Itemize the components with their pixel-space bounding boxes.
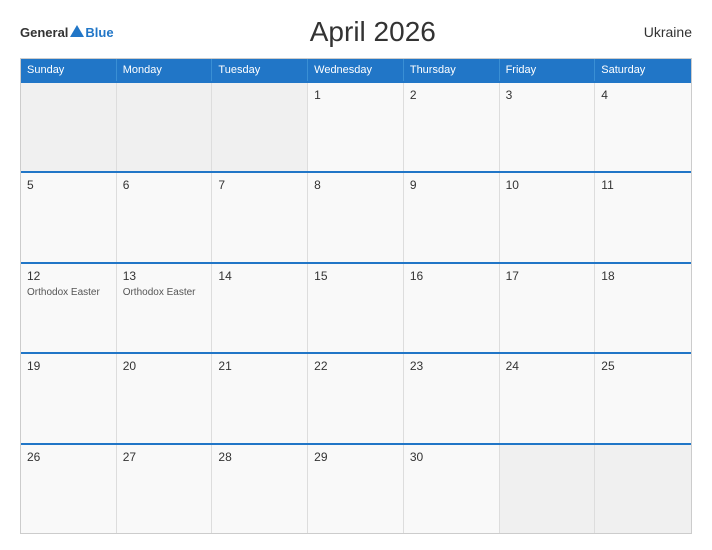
day-number: 22 (314, 359, 397, 373)
table-row: 1 (308, 83, 404, 171)
table-row: 23 (404, 354, 500, 442)
day-number: 8 (314, 178, 397, 192)
table-row: 17 (500, 264, 596, 352)
day-number: 24 (506, 359, 589, 373)
day-number: 27 (123, 450, 206, 464)
table-row: 29 (308, 445, 404, 533)
country-label: Ukraine (632, 24, 692, 40)
table-row: 5 (21, 173, 117, 261)
table-row: 2 (404, 83, 500, 171)
table-row (117, 83, 213, 171)
table-row: 13 Orthodox Easter (117, 264, 213, 352)
day-number: 15 (314, 269, 397, 283)
table-row: 9 (404, 173, 500, 261)
calendar-title: April 2026 (114, 16, 632, 48)
table-row: 15 (308, 264, 404, 352)
day-number: 10 (506, 178, 589, 192)
table-row: 27 (117, 445, 213, 533)
table-row: 4 (595, 83, 691, 171)
table-row: 19 (21, 354, 117, 442)
day-number: 18 (601, 269, 685, 283)
table-row: 7 (212, 173, 308, 261)
day-number: 2 (410, 88, 493, 102)
table-row: 12 Orthodox Easter (21, 264, 117, 352)
table-row: 30 (404, 445, 500, 533)
col-monday: Monday (117, 59, 213, 81)
table-row: 11 (595, 173, 691, 261)
day-number: 4 (601, 88, 685, 102)
day-number: 26 (27, 450, 110, 464)
table-row: 16 (404, 264, 500, 352)
col-sunday: Sunday (21, 59, 117, 81)
event-label: Orthodox Easter (27, 286, 110, 299)
col-thursday: Thursday (404, 59, 500, 81)
table-row: 28 (212, 445, 308, 533)
day-number: 6 (123, 178, 206, 192)
logo: General Blue (20, 25, 114, 40)
header: General Blue April 2026 Ukraine (20, 16, 692, 48)
table-row: 22 (308, 354, 404, 442)
col-saturday: Saturday (595, 59, 691, 81)
calendar-week-3: 12 Orthodox Easter 13 Orthodox Easter 14 15 16… (21, 262, 691, 352)
day-number: 21 (218, 359, 301, 373)
table-row: 18 (595, 264, 691, 352)
calendar-week-1: 1234 (21, 81, 691, 171)
table-row (595, 445, 691, 533)
day-number: 7 (218, 178, 301, 192)
day-number: 12 (27, 269, 110, 283)
col-wednesday: Wednesday (308, 59, 404, 81)
logo-blue-text: Blue (85, 25, 113, 40)
day-number: 14 (218, 269, 301, 283)
day-number: 5 (27, 178, 110, 192)
day-number: 30 (410, 450, 493, 464)
table-row: 10 (500, 173, 596, 261)
day-number: 9 (410, 178, 493, 192)
day-number: 13 (123, 269, 206, 283)
calendar: Sunday Monday Tuesday Wednesday Thursday… (20, 58, 692, 534)
table-row: 25 (595, 354, 691, 442)
day-number: 19 (27, 359, 110, 373)
day-number: 11 (601, 178, 685, 192)
day-number: 3 (506, 88, 589, 102)
table-row: 26 (21, 445, 117, 533)
table-row (500, 445, 596, 533)
table-row (21, 83, 117, 171)
logo-general-text: General (20, 25, 68, 40)
calendar-week-4: 19 20 21 22 23 24 25 (21, 352, 691, 442)
calendar-week-2: 56789 10 11 (21, 171, 691, 261)
day-number: 1 (314, 88, 397, 102)
calendar-week-5: 26 27 28 29 30 (21, 443, 691, 533)
table-row: 21 (212, 354, 308, 442)
day-number: 28 (218, 450, 301, 464)
logo-triangle-icon (70, 25, 84, 37)
day-number: 16 (410, 269, 493, 283)
day-number: 17 (506, 269, 589, 283)
day-number: 29 (314, 450, 397, 464)
table-row: 14 (212, 264, 308, 352)
day-number: 23 (410, 359, 493, 373)
calendar-body: 123456789101112Orthodox Easter13Orthodox… (21, 81, 691, 533)
day-number: 25 (601, 359, 685, 373)
table-row (212, 83, 308, 171)
col-friday: Friday (500, 59, 596, 81)
col-tuesday: Tuesday (212, 59, 308, 81)
table-row: 20 (117, 354, 213, 442)
table-row: 6 (117, 173, 213, 261)
page: General Blue April 2026 Ukraine Sunday M… (0, 0, 712, 550)
event-label: Orthodox Easter (123, 286, 206, 299)
table-row: 3 (500, 83, 596, 171)
table-row: 24 (500, 354, 596, 442)
calendar-header-row: Sunday Monday Tuesday Wednesday Thursday… (21, 59, 691, 81)
table-row: 8 (308, 173, 404, 261)
day-number: 20 (123, 359, 206, 373)
